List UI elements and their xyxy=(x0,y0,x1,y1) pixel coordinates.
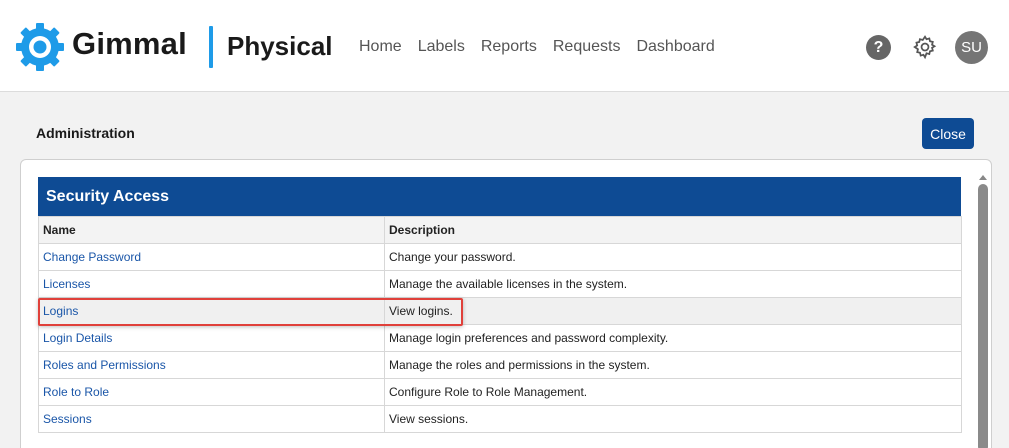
row-description: Change your password. xyxy=(384,243,962,271)
table-row: Change Password Change your password. xyxy=(38,243,962,271)
gear-icon[interactable] xyxy=(912,34,938,60)
row-description: Manage the available licenses in the sys… xyxy=(384,270,962,298)
nav-reports[interactable]: Reports xyxy=(481,38,537,56)
row-description: Manage the roles and permissions in the … xyxy=(384,351,962,379)
brand-divider xyxy=(209,26,213,68)
column-header-description: Description xyxy=(384,216,962,244)
close-button[interactable]: Close xyxy=(922,118,974,149)
security-access-table: Name Description Change Password Change … xyxy=(38,216,962,433)
table-row: Role to Role Configure Role to Role Mana… xyxy=(38,378,962,406)
row-link-role-to-role[interactable]: Role to Role xyxy=(38,378,385,406)
row-link-roles-and-permissions[interactable]: Roles and Permissions xyxy=(38,351,385,379)
row-link-sessions[interactable]: Sessions xyxy=(38,405,385,433)
row-link-change-password[interactable]: Change Password xyxy=(38,243,385,271)
row-description: Configure Role to Role Management. xyxy=(384,378,962,406)
app-header: Gimmal Physical Home Labels Reports Requ… xyxy=(0,0,1009,92)
nav-requests[interactable]: Requests xyxy=(553,38,621,56)
table-header-row: Name Description xyxy=(38,216,962,244)
row-description: View logins. xyxy=(384,297,962,325)
table-row: Roles and Permissions Manage the roles a… xyxy=(38,351,962,379)
row-link-logins[interactable]: Logins xyxy=(38,297,385,325)
column-header-name: Name xyxy=(38,216,385,244)
scroll-up-arrow-icon[interactable] xyxy=(979,175,987,180)
nav-home[interactable]: Home xyxy=(359,38,402,56)
table-row: Licenses Manage the available licenses i… xyxy=(38,270,962,298)
row-description: Manage login preferences and password co… xyxy=(384,324,962,352)
row-link-licenses[interactable]: Licenses xyxy=(38,270,385,298)
main-nav: Home Labels Reports Requests Dashboard xyxy=(359,38,715,56)
table-row-highlighted: Logins View logins. xyxy=(38,297,962,325)
nav-labels[interactable]: Labels xyxy=(418,38,465,56)
scrollbar-thumb[interactable] xyxy=(978,184,988,448)
table-row: Sessions View sessions. xyxy=(38,405,962,433)
help-icon[interactable]: ? xyxy=(866,35,891,60)
row-link-login-details[interactable]: Login Details xyxy=(38,324,385,352)
section-title: Security Access xyxy=(38,177,961,216)
row-description: View sessions. xyxy=(384,405,962,433)
avatar[interactable]: SU xyxy=(955,31,988,64)
vertical-scrollbar[interactable] xyxy=(978,175,988,448)
table-row: Login Details Manage login preferences a… xyxy=(38,324,962,352)
product-name: Physical xyxy=(227,31,333,61)
content-panel: Security Access Name Description Change … xyxy=(20,159,992,448)
nav-dashboard[interactable]: Dashboard xyxy=(636,38,714,56)
brand-name: Gimmal xyxy=(72,26,187,61)
page-title: Administration xyxy=(36,125,135,141)
gear-logo-icon xyxy=(16,23,64,71)
